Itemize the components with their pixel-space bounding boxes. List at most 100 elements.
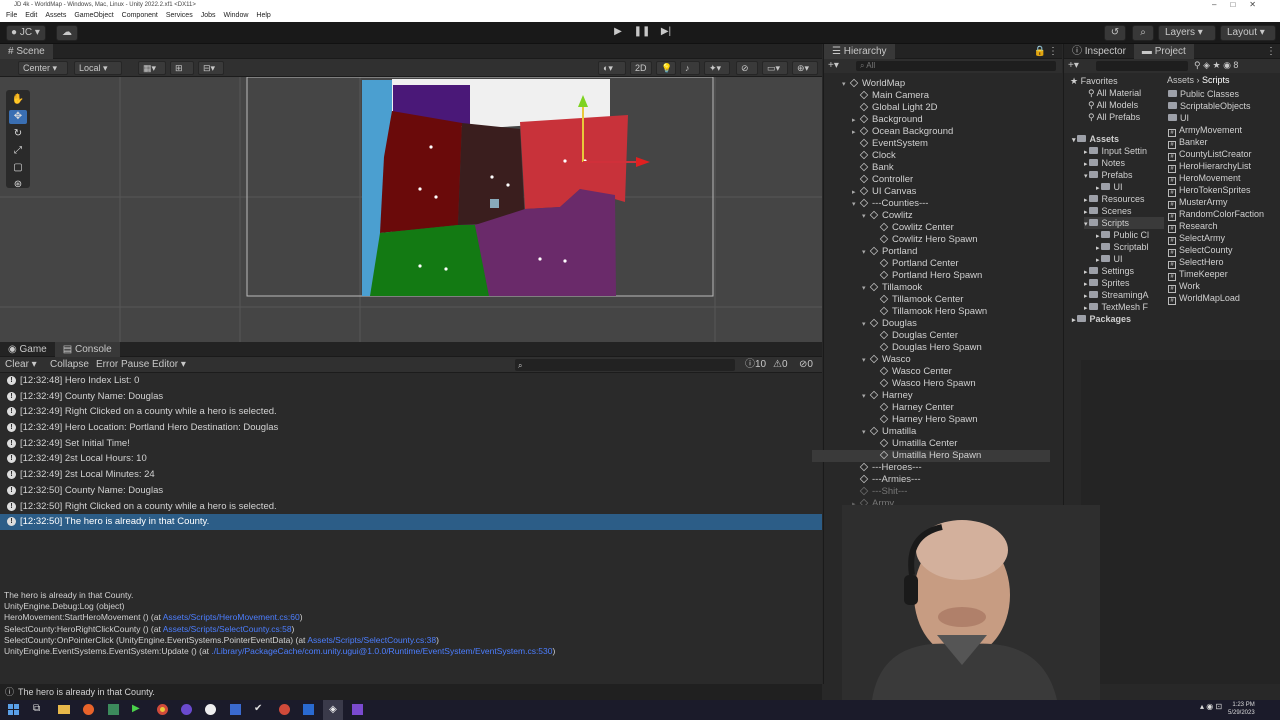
hierarchy-item[interactable]: Controller (812, 174, 1050, 186)
hierarchy-item[interactable]: Wasco Hero Spawn (812, 378, 1050, 390)
favorites-item[interactable]: ⚲ All Material (1088, 87, 1141, 99)
script-file[interactable]: # Work (1168, 280, 1200, 293)
kebab-menu-icon[interactable]: ⋮ (1266, 46, 1276, 57)
app-icon[interactable] (230, 704, 241, 715)
menu-jobs[interactable]: Jobs (201, 10, 216, 22)
hand-tool[interactable]: ✋ (9, 93, 27, 107)
hierarchy-item[interactable]: ▾ Harney (812, 390, 1050, 402)
script-file[interactable]: # CountyListCreator (1168, 148, 1252, 161)
tab-game[interactable]: ◉ Game (0, 342, 55, 357)
hierarchy-item[interactable]: ▾ Portland (812, 246, 1050, 258)
script-file[interactable]: # HeroMovement (1168, 172, 1241, 185)
console-search-input[interactable]: ⌕ (515, 359, 735, 371)
project-folder-item[interactable]: ▸ Packages (1072, 313, 1131, 325)
window-controls[interactable]: –□✕ (1212, 0, 1270, 10)
history-button[interactable]: ↺ (1104, 25, 1126, 41)
project-folder[interactable]: Public Classes (1168, 88, 1239, 100)
project-folder[interactable]: ScriptableObjects (1168, 100, 1251, 112)
script-file[interactable]: # SelectCounty (1168, 244, 1233, 257)
hierarchy-item[interactable]: Bank (812, 162, 1050, 174)
project-folder-item[interactable]: ▸ Scriptabl (1096, 241, 1148, 253)
hierarchy-item[interactable]: ▾ Wasco (812, 354, 1050, 366)
project-folder-item[interactable]: ▸ Public Cl (1096, 229, 1149, 241)
taskbar-clock[interactable]: 1:23 PM 5/29/2023 (1228, 701, 1255, 717)
script-file[interactable]: # RandomColorFaction (1168, 208, 1264, 221)
align-button[interactable]: ⊟▾ (198, 61, 224, 75)
hierarchy-item[interactable]: ▾ Douglas (812, 318, 1050, 330)
toggle-2d-button[interactable]: 2D (630, 61, 652, 75)
stack-trace-link[interactable]: Assets/Scripts/SelectCounty.cs:38 (307, 635, 436, 645)
script-file[interactable]: # Research (1168, 220, 1218, 233)
hidden-toggle[interactable]: ⊘ (736, 61, 758, 75)
console-log-entry[interactable]: ! [12:32:50] The hero is already in that … (0, 514, 822, 530)
rect-tool[interactable]: ▢ (9, 161, 27, 175)
hierarchy-item[interactable]: Wasco Center (812, 366, 1050, 378)
console-log-entry[interactable]: ! [12:32:49] 2st Local Hours: 10 (0, 451, 822, 467)
console-log-entry[interactable]: ! [12:32:50] Right Clicked on a county wh… (0, 499, 822, 515)
increment-snap-button[interactable]: ⊞ (170, 61, 194, 75)
file-explorer-icon[interactable] (58, 705, 70, 714)
firefox-icon[interactable] (83, 704, 94, 715)
tab-inspector[interactable]: ⓘ Inspector (1064, 44, 1134, 59)
layout-dropdown[interactable]: Layout ▾ (1220, 25, 1276, 41)
breadcrumb-assets[interactable]: Assets (1167, 75, 1194, 85)
project-folder-item[interactable]: ▾ Prefabs (1084, 169, 1133, 181)
favorites-item[interactable]: ⚲ All Models (1088, 99, 1138, 111)
error-count-toggle[interactable]: ⊘0 (799, 358, 813, 372)
hierarchy-item[interactable]: Main Camera (812, 90, 1050, 102)
hierarchy-item[interactable]: ▾ Umatilla (812, 426, 1050, 438)
transform-tool[interactable]: ⊛ (9, 178, 27, 192)
stack-trace-link[interactable]: Assets/Scripts/SelectCounty.cs:58 (163, 624, 292, 634)
hierarchy-item[interactable]: ▾ WorldMap (812, 78, 1050, 90)
breadcrumb-scripts[interactable]: Scripts (1202, 75, 1230, 85)
lock-icon[interactable]: 🔒 (1034, 46, 1046, 57)
scene-map[interactable] (0, 77, 822, 342)
scale-tool[interactable]: ⤢ (9, 144, 27, 158)
app-icon[interactable] (279, 704, 290, 715)
menu-gameobject[interactable]: GameObject (74, 10, 113, 22)
media-icon[interactable]: ▶ (132, 703, 140, 714)
project-folder-item[interactable]: ▸ Input Settin (1084, 145, 1147, 157)
filter-icons[interactable]: ⚲ ◈ ★ ◉ 8 (1194, 60, 1238, 71)
hierarchy-item[interactable]: Douglas Hero Spawn (812, 342, 1050, 354)
hierarchy-item[interactable]: Tillamook Hero Spawn (812, 306, 1050, 318)
hierarchy-item[interactable]: ▸ Ocean Background (812, 126, 1050, 138)
hierarchy-item[interactable]: Cowlitz Center (812, 222, 1050, 234)
hierarchy-item[interactable]: ▾ ---Counties--- (812, 198, 1050, 210)
project-folder-item[interactable]: ▸ Sprites (1084, 277, 1129, 289)
record-icon[interactable] (205, 704, 216, 715)
task-view-icon[interactable]: ⧉ (33, 703, 40, 714)
favorites-item[interactable]: ⚲ All Prefabs (1088, 111, 1140, 123)
editor-dropdown[interactable]: Editor ▾ (152, 358, 186, 372)
lighting-toggle[interactable]: 💡 (656, 61, 676, 75)
create-button[interactable]: +▾ (1068, 60, 1079, 71)
console-log-entry[interactable]: ! [12:32:49] 2st Local Minutes: 24 (0, 467, 822, 483)
hierarchy-item[interactable]: Harney Hero Spawn (812, 414, 1050, 426)
move-tool[interactable]: ✥ (9, 110, 27, 124)
hierarchy-item[interactable]: ---Shit--- (812, 486, 1050, 498)
kebab-menu-icon[interactable]: ⋮ (1048, 46, 1058, 57)
tab-project[interactable]: ▬ Project (1133, 43, 1194, 59)
hierarchy-item[interactable]: ---Heroes--- (812, 462, 1050, 474)
hierarchy-item[interactable]: Portland Center (812, 258, 1050, 270)
project-folder-item[interactable]: ▸ Resources (1084, 193, 1145, 205)
project-folder-item[interactable]: ▾ Scripts (1084, 217, 1164, 229)
chrome-icon[interactable] (157, 704, 168, 715)
console-log-entry[interactable]: ! [12:32:49] County Name: Douglas (0, 389, 822, 405)
hierarchy-item[interactable]: ---Armies--- (812, 474, 1050, 486)
hierarchy-item[interactable]: Clock (812, 150, 1050, 162)
effects-toggle[interactable]: ✦▾ (704, 61, 730, 75)
script-file[interactable]: # HeroHierarchyList (1168, 160, 1251, 173)
project-folder-item[interactable]: ▸ UI (1096, 181, 1122, 193)
project-folder-item[interactable]: ▾ Assets (1072, 133, 1119, 145)
rotate-tool[interactable]: ↻ (9, 127, 27, 141)
status-message[interactable]: The hero is already in that County. (18, 687, 155, 697)
project-folder-item[interactable]: ▸ Scenes (1084, 205, 1132, 217)
account-dropdown[interactable]: ● JC ▾ (6, 25, 46, 41)
hierarchy-item[interactable]: Douglas Center (812, 330, 1050, 342)
hierarchy-item[interactable]: Umatilla Hero Spawn (812, 450, 1050, 462)
scene-viewport[interactable] (0, 77, 822, 342)
gizmos-toggle[interactable]: ⊕▾ (792, 61, 818, 75)
project-folder-item[interactable]: ▸ UI (1096, 253, 1122, 265)
search-button[interactable]: ⌕ (1132, 25, 1154, 41)
